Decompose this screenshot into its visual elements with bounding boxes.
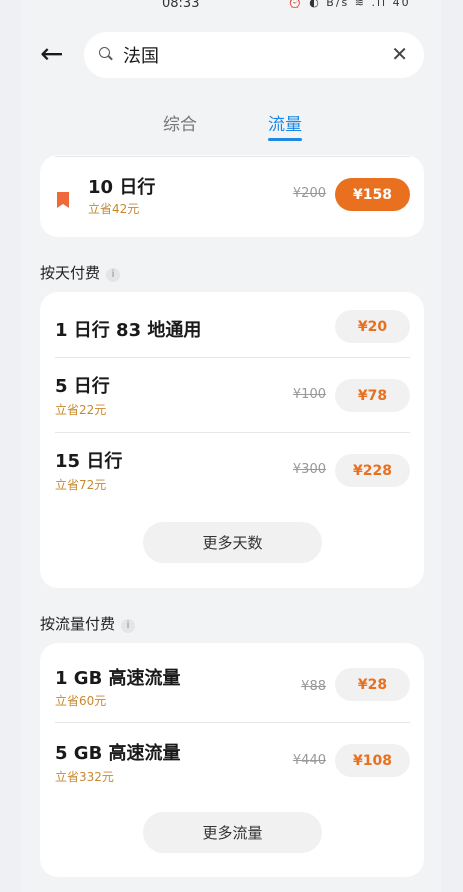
tab-comprehensive[interactable]: 综合: [163, 110, 197, 135]
plan-title: 1 日行 83 地通用: [55, 320, 202, 341]
plan-old-price: ¥440: [292, 753, 326, 768]
status-time: 08:33: [162, 0, 200, 11]
plan-title: 15 日行: [55, 451, 123, 472]
more-traffic-button[interactable]: 更多流量: [143, 812, 322, 853]
plan-row-15day[interactable]: 15 日行 立省72元 ¥300 ¥228: [40, 433, 424, 508]
plan-old-price: ¥300: [292, 462, 326, 477]
plan-title: 5 日行: [55, 376, 110, 397]
plan-row-10day[interactable]: 10 日行 立省42元 ¥200 ¥158: [40, 160, 424, 235]
section-title-daily: 按天付费 i: [40, 262, 121, 283]
plan-row-5day[interactable]: 5 日行 立省22元 ¥100 ¥78: [40, 358, 424, 433]
plan-price-button[interactable]: ¥28: [335, 668, 410, 701]
plan-row-5gb[interactable]: 5 GB 高速流量 立省332元 ¥440 ¥108: [40, 723, 424, 798]
back-arrow-icon[interactable]: ←: [40, 40, 70, 70]
plan-save: 立省332元: [55, 770, 114, 784]
status-bar: 08:33 ⏰ ◐ B/s ≋ .ıl 40: [0, 0, 463, 16]
plan-save: 立省72元: [55, 478, 107, 492]
info-icon[interactable]: i: [106, 268, 121, 282]
search-input[interactable]: [123, 44, 383, 66]
section-title-traffic: 按流量付费 i: [40, 613, 136, 634]
plan-old-price: ¥88: [301, 679, 326, 694]
plan-price-button[interactable]: ¥20: [335, 310, 410, 343]
clear-icon[interactable]: ✕: [391, 42, 408, 66]
plan-price-button[interactable]: ¥108: [335, 744, 410, 777]
plan-old-price: ¥100: [292, 387, 326, 402]
more-days-button[interactable]: 更多天数: [143, 522, 322, 563]
plan-title: 1 GB 高速流量: [55, 668, 181, 689]
plan-row-1gb[interactable]: 1 GB 高速流量 立省60元 ¥88 ¥28: [40, 647, 424, 722]
info-icon[interactable]: i: [121, 619, 136, 633]
plan-save: 立省22元: [55, 403, 107, 417]
tab-bar: 综合 流量: [0, 108, 463, 144]
divider: [55, 156, 410, 157]
status-icons: ⏰ ◐ B/s ≋ .ıl 40: [288, 0, 411, 9]
traffic-card: 1 GB 高速流量 立省60元 ¥88 ¥28 5 GB 高速流量 立省332元…: [40, 643, 424, 877]
bookmark-icon: [57, 192, 69, 208]
plan-title: 10 日行: [88, 177, 156, 198]
tab-traffic[interactable]: 流量: [268, 110, 302, 141]
search-icon: [99, 47, 115, 63]
plan-save: 立省60元: [55, 694, 107, 708]
daily-card: 1 日行 83 地通用 ¥20 5 日行 立省22元 ¥100 ¥78 15 日…: [40, 292, 424, 588]
plan-price-button[interactable]: ¥158: [335, 178, 410, 211]
plan-card-top: 10 日行 立省42元 ¥200 ¥158: [40, 155, 424, 237]
plan-price-button[interactable]: ¥78: [335, 379, 410, 412]
plan-title: 5 GB 高速流量: [55, 743, 181, 764]
plan-old-price: ¥200: [292, 186, 326, 201]
plan-price-button[interactable]: ¥228: [335, 454, 410, 487]
plan-save: 立省42元: [88, 202, 140, 216]
search-bar[interactable]: ✕: [84, 32, 424, 78]
plan-row-1day[interactable]: 1 日行 83 地通用 ¥20: [40, 292, 424, 367]
